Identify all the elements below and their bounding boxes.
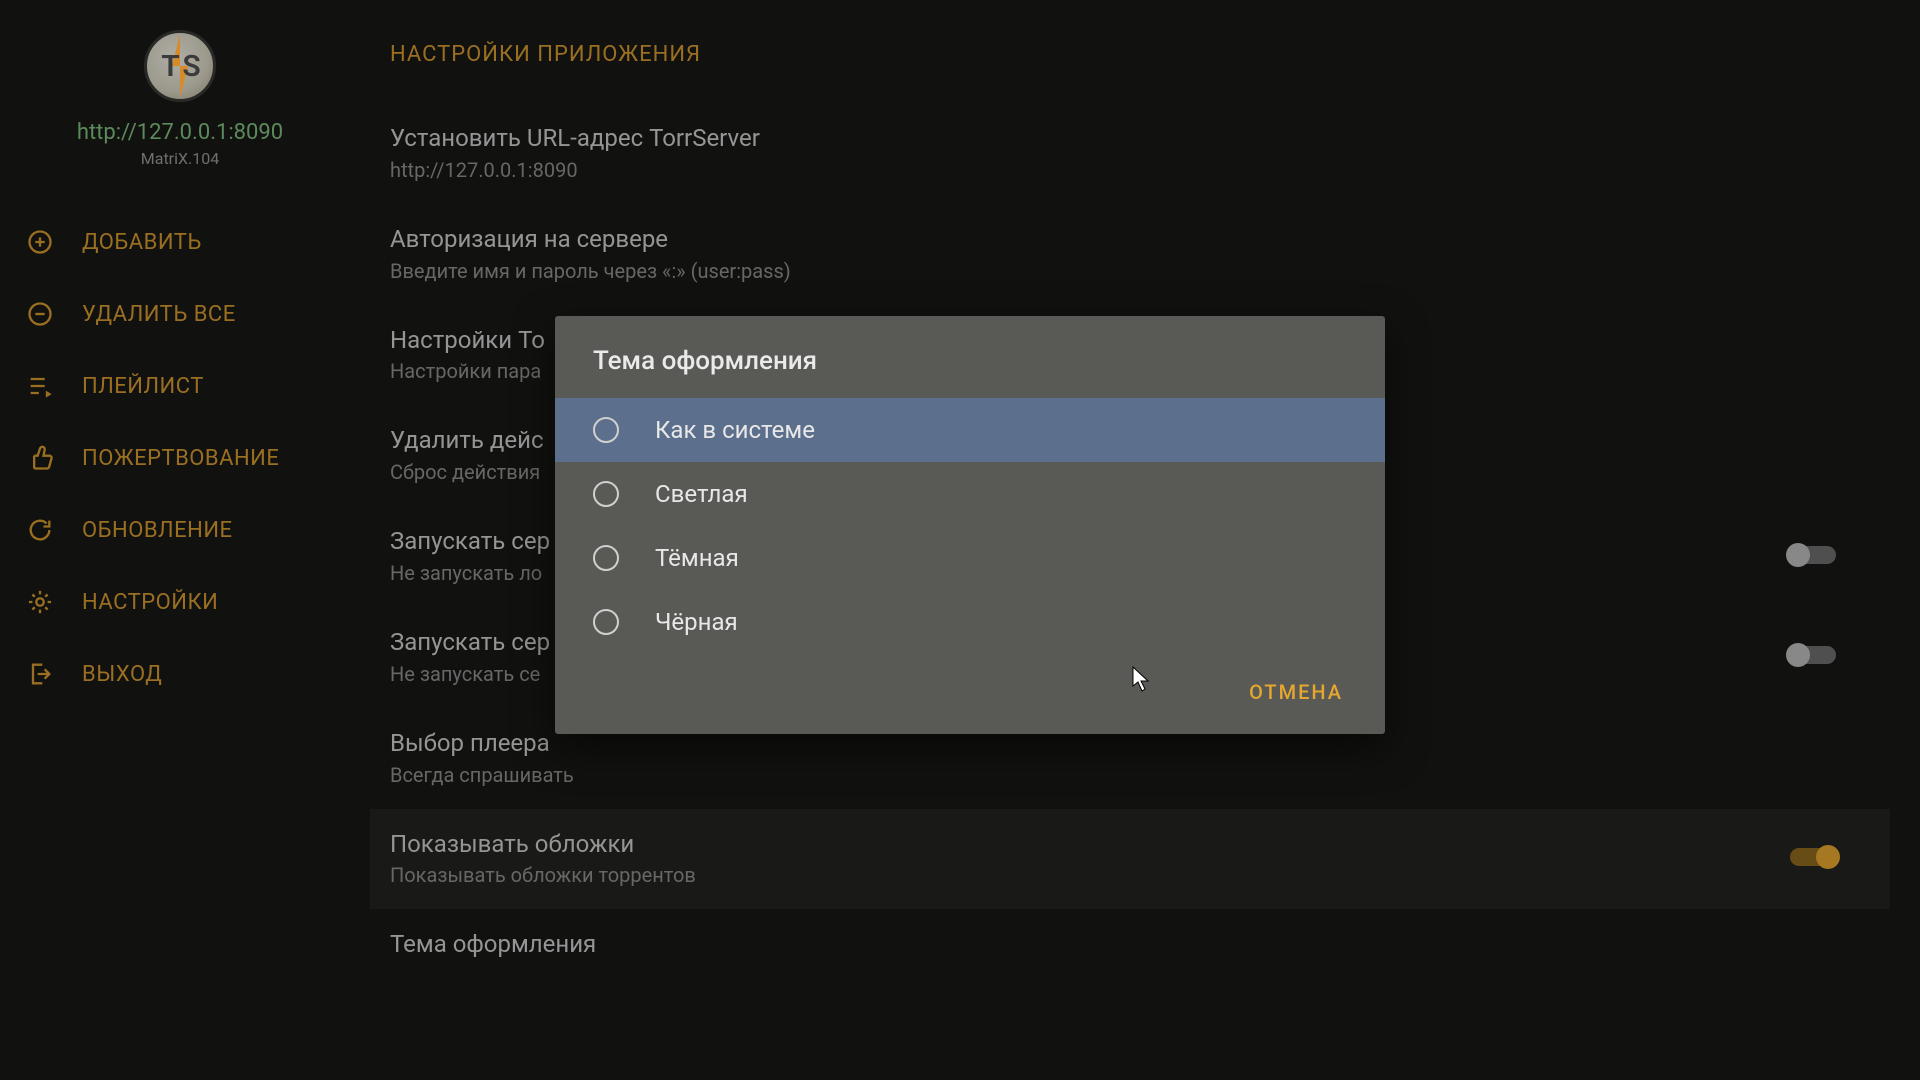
setting-show-covers[interactable]: Показывать обложки Показывать обложки то… bbox=[370, 809, 1890, 910]
setting-theme[interactable]: Тема оформления bbox=[390, 909, 1890, 984]
radio-icon bbox=[593, 481, 619, 507]
sidebar-item-add[interactable]: ДОБАВИТЬ bbox=[0, 206, 360, 278]
sidebar-item-donate[interactable]: ПОЖЕРТВОВАНИЕ bbox=[0, 422, 360, 494]
server-url: http://127.0.0.1:8090 bbox=[77, 120, 283, 145]
option-label: Тёмная bbox=[655, 544, 739, 572]
sidebar-item-playlist[interactable]: ПЛЕЙЛИСТ bbox=[0, 350, 360, 422]
mouse-cursor-icon bbox=[1132, 666, 1150, 692]
sidebar-item-label: НАСТРОЙКИ bbox=[82, 590, 218, 615]
radio-icon bbox=[593, 609, 619, 635]
setting-title: Запускать сер bbox=[390, 625, 550, 660]
sidebar-item-label: ВЫХОД bbox=[82, 662, 162, 687]
radio-icon bbox=[593, 417, 619, 443]
theme-option-dark[interactable]: Тёмная bbox=[555, 526, 1385, 590]
theme-option-light[interactable]: Светлая bbox=[555, 462, 1385, 526]
gear-icon bbox=[26, 588, 54, 616]
toggle-switch[interactable] bbox=[1790, 646, 1836, 664]
option-label: Чёрная bbox=[655, 608, 738, 636]
dialog-title: Тема оформления bbox=[555, 316, 1385, 398]
page-title: НАСТРОЙКИ ПРИЛОЖЕНИЯ bbox=[390, 42, 1890, 67]
toggle-switch[interactable] bbox=[1790, 848, 1836, 866]
setting-title: Запускать сер bbox=[390, 524, 550, 559]
theme-option-system[interactable]: Как в системе bbox=[555, 398, 1385, 462]
sidebar-item-delete-all[interactable]: УДАЛИТЬ ВСЕ bbox=[0, 278, 360, 350]
app-logo: T S bbox=[144, 30, 216, 102]
setting-sub: Всегда спрашивать bbox=[390, 763, 1890, 787]
option-label: Как в системе bbox=[655, 416, 815, 444]
sidebar-item-label: ОБНОВЛЕНИЕ bbox=[82, 518, 233, 543]
sidebar-item-label: ДОБАВИТЬ bbox=[82, 230, 202, 255]
sidebar-menu: ДОБАВИТЬ УДАЛИТЬ ВСЕ ПЛЕЙЛИСТ ПОЖЕРТВОВА… bbox=[0, 206, 360, 710]
cancel-button[interactable]: ОТМЕНА bbox=[1237, 672, 1355, 712]
toggle-switch[interactable] bbox=[1790, 546, 1836, 564]
exit-icon bbox=[26, 660, 54, 688]
setting-title: Установить URL-адрес TorrServer bbox=[390, 121, 1890, 156]
dialog-actions: ОТМЕНА bbox=[555, 654, 1385, 734]
logo-text: T S bbox=[161, 49, 198, 84]
server-version: MatriX.104 bbox=[141, 149, 219, 168]
setting-sub: Введите имя и пароль через «:» (user:pas… bbox=[390, 259, 1890, 283]
thumbs-up-icon bbox=[26, 444, 54, 472]
sidebar-item-settings[interactable]: НАСТРОЙКИ bbox=[0, 566, 360, 638]
setting-torrserver-url[interactable]: Установить URL-адрес TorrServer http://1… bbox=[390, 103, 1890, 204]
setting-auth[interactable]: Авторизация на сервере Введите имя и пар… bbox=[390, 204, 1890, 305]
sidebar-item-exit[interactable]: ВЫХОД bbox=[0, 638, 360, 710]
setting-title: Авторизация на сервере bbox=[390, 222, 1890, 257]
sidebar-item-label: ПОЖЕРТВОВАНИЕ bbox=[82, 446, 279, 471]
setting-sub: http://127.0.0.1:8090 bbox=[390, 158, 1890, 182]
option-label: Светлая bbox=[655, 480, 748, 508]
playlist-icon bbox=[26, 372, 54, 400]
plus-circle-icon bbox=[26, 228, 54, 256]
setting-title: Показывать обложки bbox=[390, 827, 696, 862]
setting-title: Тема оформления bbox=[390, 927, 1890, 962]
refresh-icon bbox=[26, 516, 54, 544]
sidebar: T S http://127.0.0.1:8090 MatriX.104 ДОБ… bbox=[0, 0, 360, 1080]
theme-option-black[interactable]: Чёрная bbox=[555, 590, 1385, 654]
setting-sub: Не запускать ло bbox=[390, 561, 550, 585]
logo-block: T S http://127.0.0.1:8090 MatriX.104 bbox=[0, 20, 360, 176]
setting-sub: Не запускать се bbox=[390, 662, 550, 686]
setting-sub: Показывать обложки торрентов bbox=[390, 863, 696, 887]
dialog-options: Как в системе Светлая Тёмная Чёрная bbox=[555, 398, 1385, 654]
minus-circle-icon bbox=[26, 300, 54, 328]
sidebar-item-update[interactable]: ОБНОВЛЕНИЕ bbox=[0, 494, 360, 566]
theme-dialog: Тема оформления Как в системе Светлая Тё… bbox=[555, 316, 1385, 734]
sidebar-item-label: УДАЛИТЬ ВСЕ bbox=[82, 302, 236, 327]
sidebar-item-label: ПЛЕЙЛИСТ bbox=[82, 374, 204, 399]
radio-icon bbox=[593, 545, 619, 571]
